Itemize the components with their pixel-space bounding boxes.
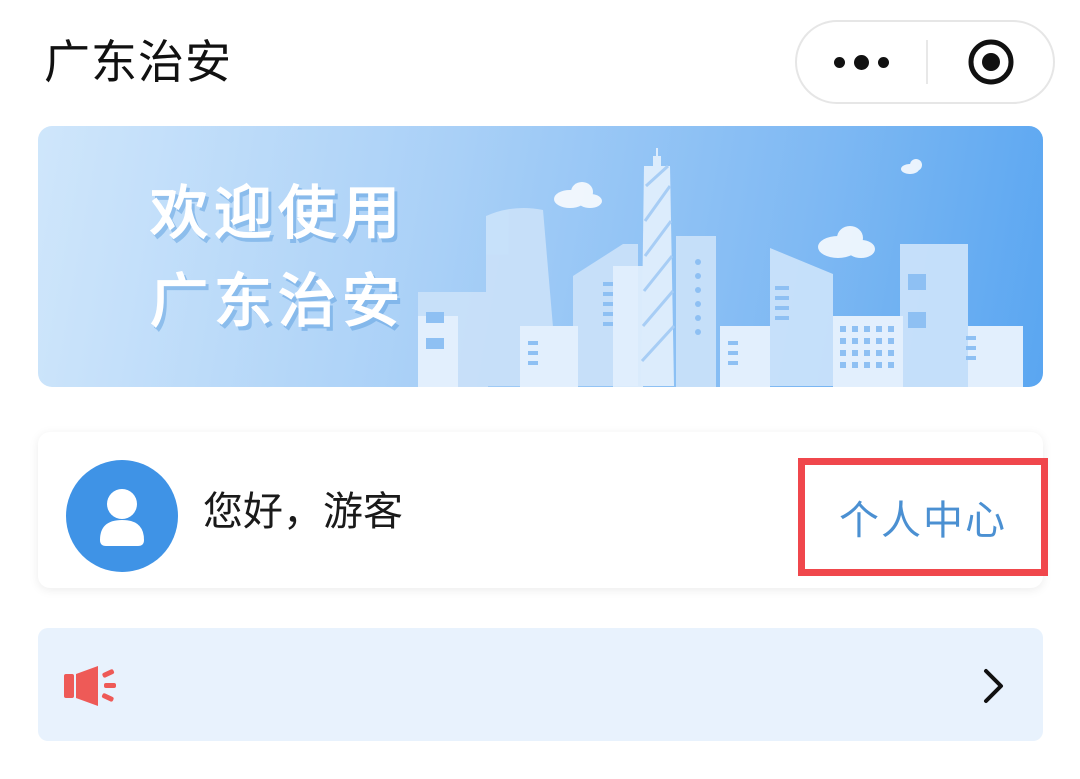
banner-app-name: 广东治安: [150, 267, 407, 335]
user-avatar-icon[interactable]: [66, 460, 178, 572]
megaphone-icon: [64, 666, 116, 706]
greeting-text: 您好，游客: [203, 489, 403, 535]
app-title: 广东治安: [44, 35, 232, 89]
city-skyline-illustration: [418, 148, 1023, 387]
more-dots-icon-right: [877, 56, 889, 68]
personal-center-link[interactable]: 个人中心: [798, 458, 1048, 576]
mini-program-capsule: [795, 20, 1055, 104]
notice-bar[interactable]: [38, 628, 1043, 741]
more-menu-button[interactable]: [797, 22, 925, 102]
person-icon: [100, 489, 144, 546]
more-dots-icon-center: [853, 54, 869, 70]
mini-program-page: 广东治安 欢迎使用 广东治安 您好，游客 个人中心: [0, 0, 1080, 779]
close-mini-program-button[interactable]: [928, 22, 1054, 102]
user-card: 您好，游客 个人中心: [38, 432, 1048, 588]
more-dots-icon: [833, 56, 845, 68]
welcome-banner: 欢迎使用 广东治安: [38, 126, 1043, 387]
banner-welcome-text: 欢迎使用: [150, 179, 407, 247]
target-close-icon: [968, 39, 1014, 85]
chevron-right-icon: [984, 669, 1003, 703]
